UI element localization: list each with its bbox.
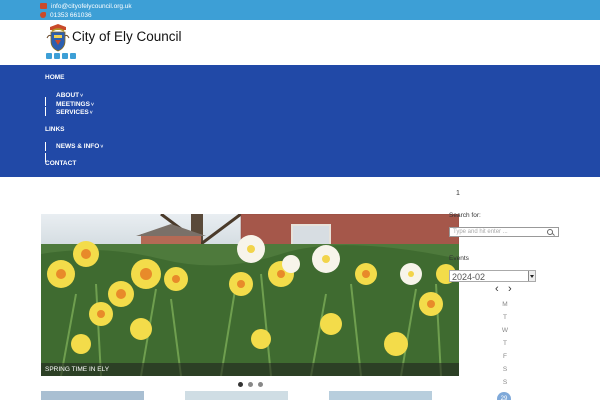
slide-dot-2[interactable]: [248, 382, 253, 387]
nav-home[interactable]: HOME: [45, 74, 65, 81]
weekday-label: F: [503, 353, 507, 360]
slider-pagination: [238, 382, 263, 387]
twitter-icon[interactable]: [54, 53, 60, 59]
slide-caption-bar: SPRING TIME IN ELY: [41, 363, 459, 376]
nav-divider: [45, 107, 46, 116]
nav-news[interactable]: NEWS & INFO˅: [56, 143, 103, 150]
site-title[interactable]: City of Ely Council: [72, 29, 182, 44]
nav-divider: [45, 97, 46, 106]
chevron-down-icon[interactable]: [528, 271, 535, 281]
email-link[interactable]: info@cityofelycouncil.org.uk: [51, 3, 132, 10]
mail-icon: [40, 3, 47, 9]
search-icon[interactable]: [547, 229, 553, 235]
calendar-day-highlight[interactable]: 29: [497, 392, 511, 400]
page-number: 1: [456, 190, 460, 197]
site-header: City of Ely Council: [0, 20, 600, 65]
search-input[interactable]: Type and hit enter ...: [449, 227, 559, 237]
nav-about-label: ABOUT: [56, 92, 80, 99]
weekday-label: S: [502, 379, 508, 386]
events-heading: Events: [449, 255, 469, 262]
nav-about[interactable]: ABOUT˅: [56, 92, 83, 99]
weekday-label: T: [503, 314, 507, 321]
social-links: [46, 53, 76, 59]
chevron-down-icon: ˅: [90, 102, 94, 108]
nav-links[interactable]: LINKS: [45, 126, 65, 133]
main-navigation: HOME ABOUT˅ MEETINGS˅ SERVICES˅ LINKS NE…: [0, 65, 600, 177]
chevron-down-icon: ˅: [80, 93, 84, 99]
month-value: 2024-02: [452, 272, 486, 282]
post-thumbnail-3[interactable]: [329, 391, 432, 400]
weekday-label: W: [501, 327, 509, 334]
council-crest-logo[interactable]: [46, 24, 70, 52]
post-thumbnail-1[interactable]: [41, 391, 144, 400]
phone-number[interactable]: 01353 661036: [50, 12, 92, 19]
youtube-icon[interactable]: [70, 53, 76, 59]
phone-row[interactable]: 01353 661036: [40, 10, 92, 20]
next-month-button[interactable]: ›: [508, 283, 512, 295]
chevron-down-icon: ˅: [89, 110, 93, 116]
nav-news-label: NEWS & INFO: [56, 143, 100, 150]
facebook-icon[interactable]: [46, 53, 52, 59]
page: info@cityofelycouncil.org.uk 01353 66103…: [0, 0, 600, 400]
daffodils-photo: [41, 214, 459, 376]
phone-icon: [40, 12, 46, 18]
weekday-label: S: [502, 366, 508, 373]
chevron-down-icon: ˅: [100, 144, 104, 150]
weekday-label: T: [503, 340, 507, 347]
nav-meetings[interactable]: MEETINGS˅: [56, 101, 94, 108]
nav-meetings-label: MEETINGS: [56, 101, 90, 108]
instagram-icon[interactable]: [62, 53, 68, 59]
nav-contact[interactable]: CONTACT: [45, 160, 76, 167]
search-label: Search for:: [449, 212, 481, 219]
month-select[interactable]: 2024-02: [449, 270, 536, 282]
slide-dot-3[interactable]: [258, 382, 263, 387]
nav-services[interactable]: SERVICES˅: [56, 109, 93, 116]
search-placeholder: Type and hit enter ...: [453, 229, 508, 235]
prev-month-button[interactable]: ‹: [495, 283, 499, 295]
slide-caption: SPRING TIME IN ELY: [45, 366, 110, 373]
nav-services-label: SERVICES: [56, 109, 89, 116]
post-thumbnail-2[interactable]: [185, 391, 288, 400]
slide-dot-1[interactable]: [238, 382, 243, 387]
weekday-label: M: [502, 301, 508, 308]
nav-divider: [45, 142, 46, 151]
contact-bar: info@cityofelycouncil.org.uk 01353 66103…: [0, 0, 600, 20]
image-slider[interactable]: SPRING TIME IN ELY: [41, 214, 459, 376]
